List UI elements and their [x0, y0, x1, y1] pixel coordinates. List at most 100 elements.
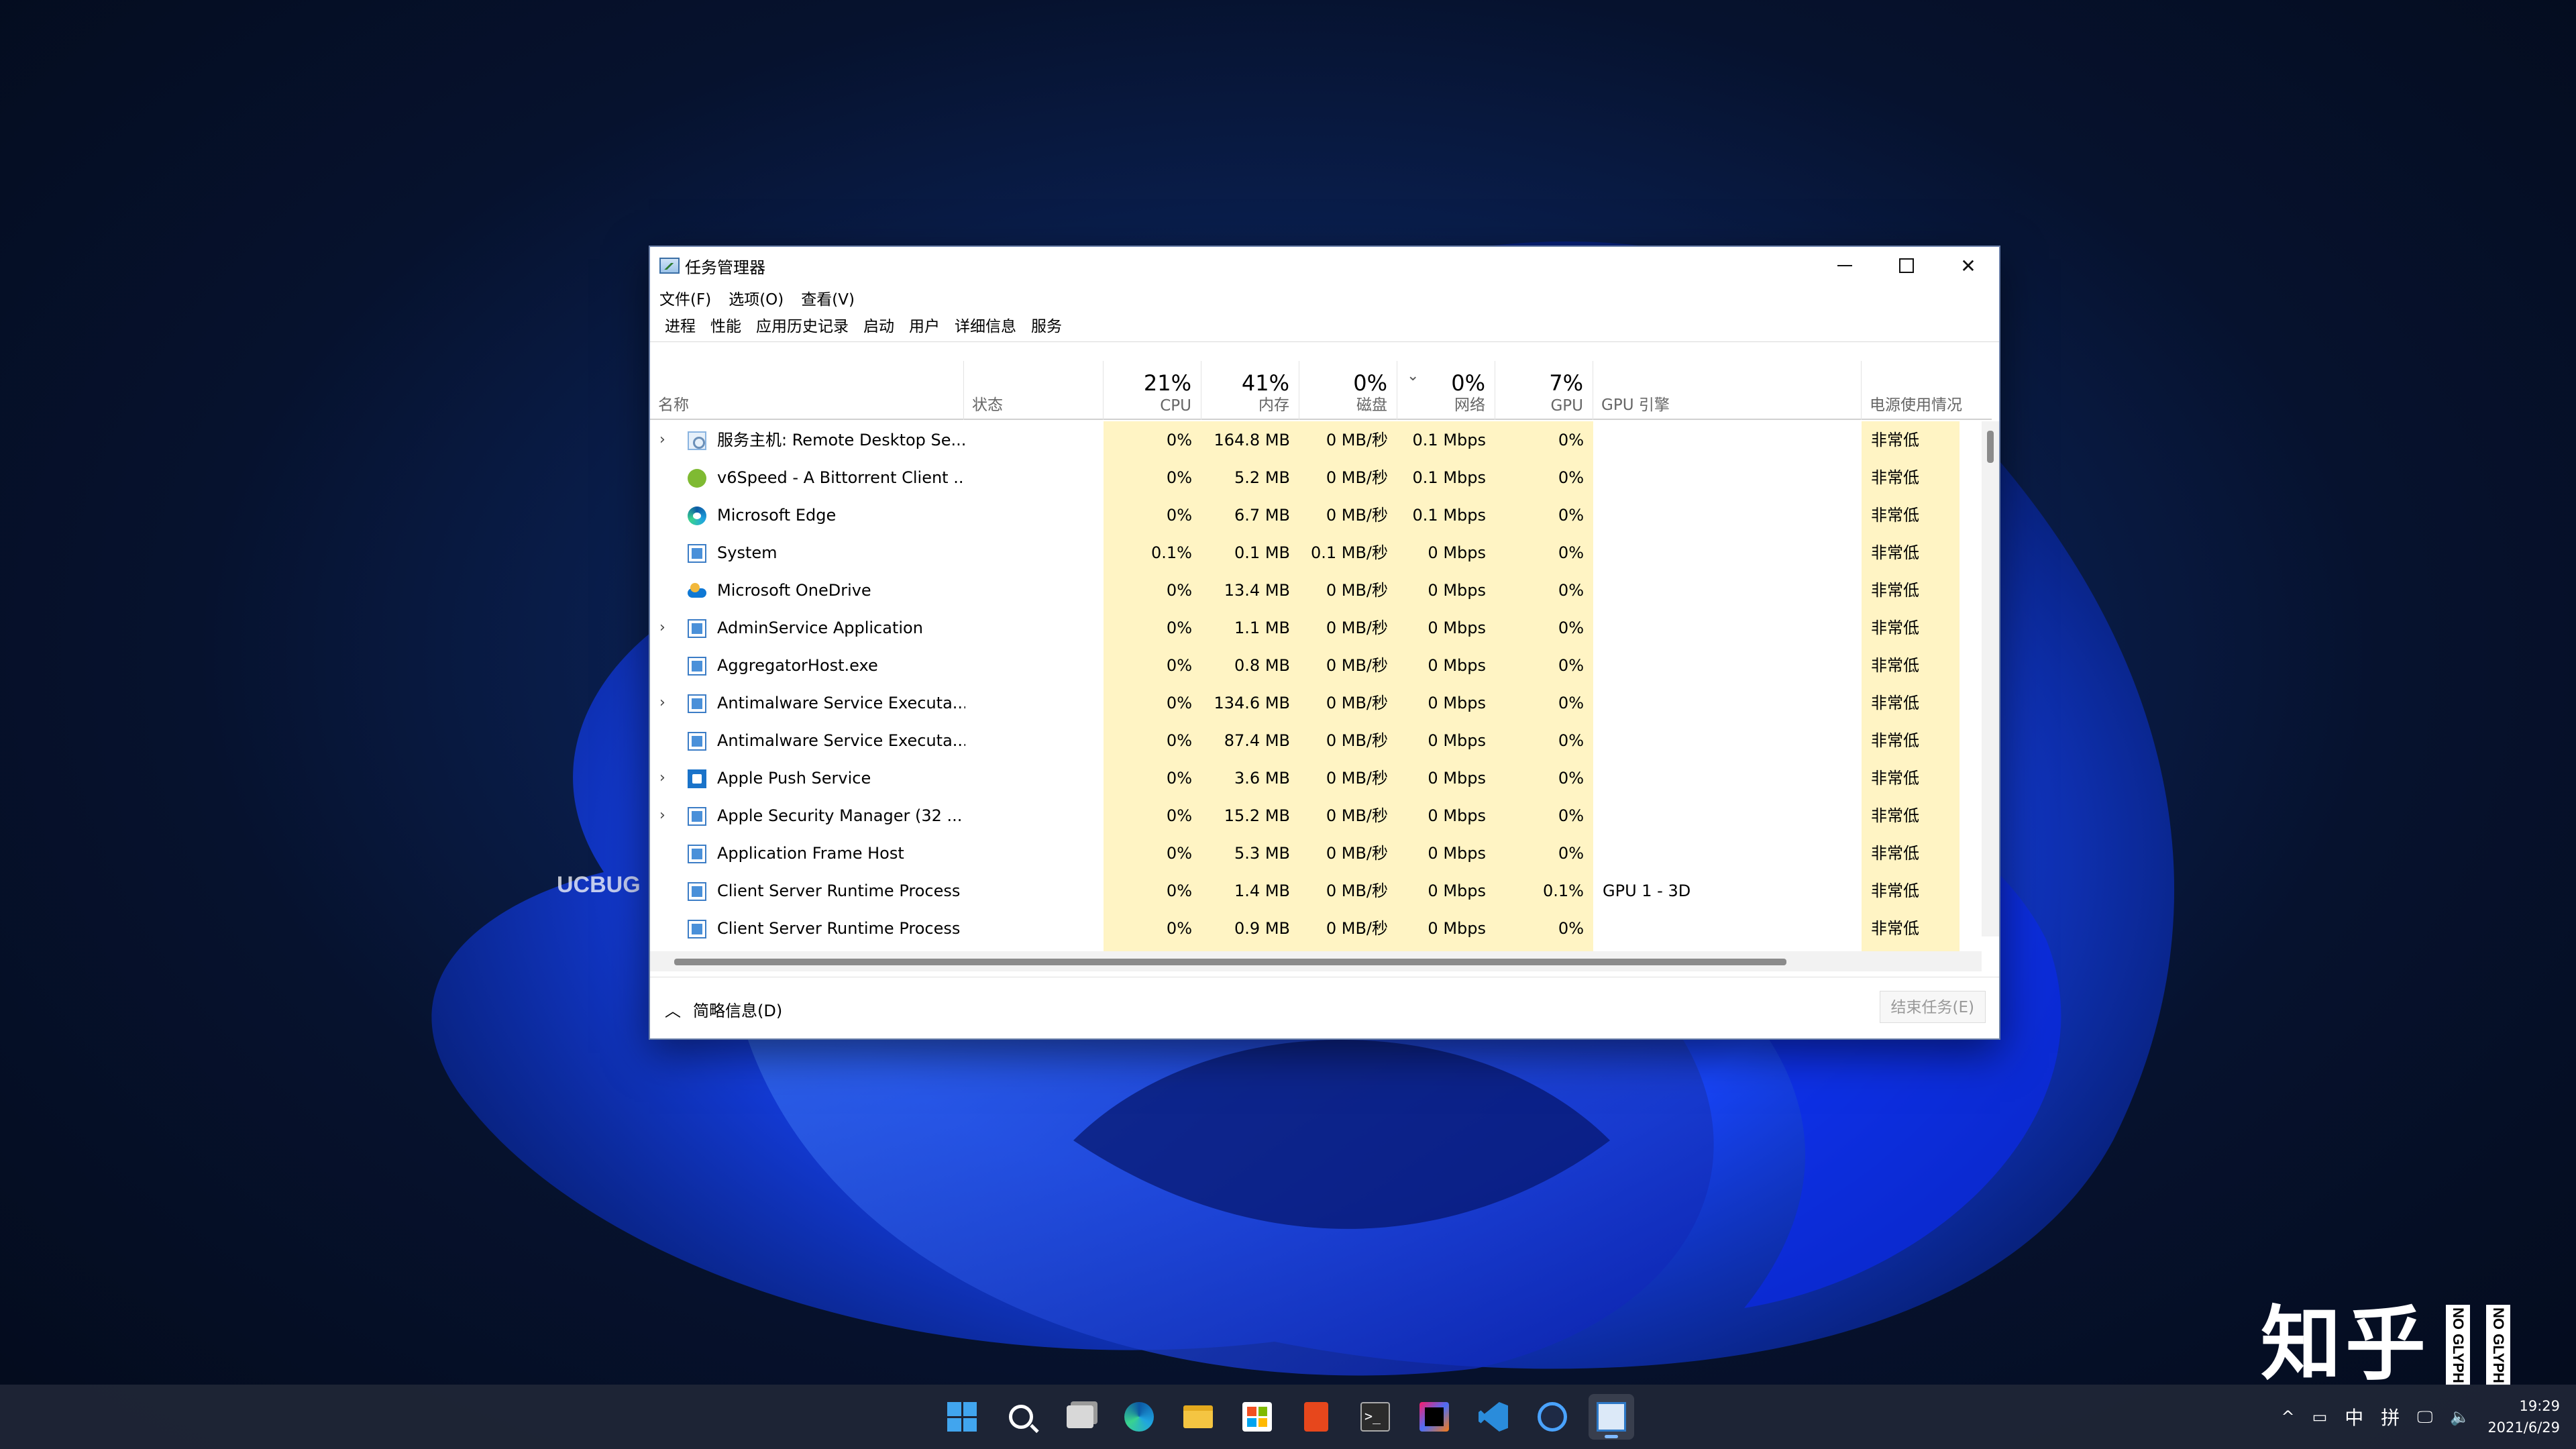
process-row[interactable]: v6Speed - A Bittorrent Client ... 0% 5.2 M…	[650, 459, 1978, 496]
vertical-scrollbar[interactable]	[1982, 421, 1999, 936]
column-disk[interactable]: 0% 磁盘	[1299, 361, 1397, 420]
search-button[interactable]	[998, 1394, 1044, 1440]
tab-users[interactable]: 用户	[902, 313, 947, 341]
column-cpu[interactable]: 21% CPU	[1104, 361, 1201, 420]
process-disk: 0 MB/秒	[1326, 769, 1388, 788]
expand-chevron-icon[interactable]: ›	[659, 421, 665, 459]
terminal-button[interactable]: >_	[1352, 1394, 1398, 1440]
process-gpu: 0%	[1558, 468, 1584, 487]
tab-app-history[interactable]: 应用历史记录	[749, 313, 855, 341]
process-row[interactable]: › Apple Security Manager (32 ... 0% 15.2 MB…	[650, 797, 1978, 835]
column-power[interactable]: 电源使用情况	[1862, 361, 1992, 420]
process-power: 非常低	[1871, 656, 1919, 675]
process-row[interactable]: Antimalware Service Executa... 0% 87.4 MB 0…	[650, 722, 1978, 759]
horizontal-scrollbar[interactable]	[650, 951, 1982, 971]
office-icon	[1304, 1402, 1328, 1432]
process-row[interactable]: Microsoft OneDrive 0% 13.4 MB 0 MB/秒 0 Mbps 0…	[650, 572, 1978, 609]
process-power: 非常低	[1871, 919, 1919, 938]
file-explorer-button[interactable]	[1175, 1394, 1221, 1440]
process-row[interactable]: › 服务主机: Remote Desktop Se... 0% 164.8 MB 0 M…	[650, 421, 1978, 459]
clock[interactable]: 19:29 2021/6/29	[2487, 1395, 2560, 1438]
process-gpu-engine	[1603, 496, 1858, 534]
process-network: 0 Mbps	[1428, 731, 1486, 750]
ime-language[interactable]: 中	[2345, 1403, 2363, 1430]
network-icon[interactable]: 🖵	[2417, 1407, 2432, 1426]
tab-services[interactable]: 服务	[1024, 313, 1069, 341]
window-title: 任务管理器	[685, 258, 765, 277]
menu-file[interactable]: 文件(F)	[659, 286, 711, 309]
process-gpu-engine	[1603, 759, 1858, 797]
close-button[interactable]: ✕	[1937, 247, 1999, 284]
process-network: 0 Mbps	[1428, 656, 1486, 675]
process-row[interactable]: › Antimalware Service Executa... 0% 134.6 M…	[650, 684, 1978, 722]
tray-overflow-chevron-icon[interactable]: ^	[2281, 1407, 2294, 1426]
column-network[interactable]: ⌄ 0% 网络	[1397, 361, 1495, 420]
process-memory: 1.1 MB	[1234, 619, 1290, 637]
process-memory: 6.7 MB	[1234, 506, 1290, 525]
column-memory-label: 内存	[1258, 396, 1289, 414]
expand-chevron-icon[interactable]: ›	[659, 684, 665, 722]
process-disk: 0 MB/秒	[1326, 844, 1388, 863]
vscode-button[interactable]	[1470, 1394, 1516, 1440]
process-row[interactable]: Client Server Runtime Process 0% 1.4 MB 0 M…	[650, 872, 1978, 910]
process-cpu: 0%	[1166, 919, 1192, 938]
process-row[interactable]: › Apple Push Service 0% 3.6 MB 0 MB/秒 0 Mbps 0…	[650, 759, 1978, 797]
process-cpu: 0.1%	[1151, 543, 1192, 562]
edge-taskbar-button[interactable]	[1116, 1394, 1162, 1440]
column-disk-label: 磁盘	[1356, 396, 1387, 414]
task-manager-taskbar-button[interactable]	[1589, 1394, 1634, 1440]
jetbrains-button[interactable]	[1411, 1394, 1457, 1440]
process-memory: 164.8 MB	[1214, 431, 1290, 449]
process-row[interactable]: AggregatorHost.exe 0% 0.8 MB 0 MB/秒 0 Mbps 0%…	[650, 647, 1978, 684]
expand-chevron-icon[interactable]: ›	[659, 759, 665, 797]
process-memory: 5.3 MB	[1234, 844, 1290, 863]
process-row[interactable]: › AdminService Application 0% 1.1 MB 0 MB/秒 0…	[650, 609, 1978, 647]
tab-processes[interactable]: 进程	[658, 313, 702, 341]
process-network: 0 Mbps	[1428, 806, 1486, 825]
tab-performance[interactable]: 性能	[704, 313, 748, 341]
menu-options[interactable]: 选项(O)	[729, 286, 784, 309]
menu-view[interactable]: 查看(V)	[801, 286, 855, 309]
process-disk: 0 MB/秒	[1326, 806, 1388, 825]
tab-details[interactable]: 详细信息	[948, 313, 1023, 341]
office-button[interactable]	[1293, 1394, 1339, 1440]
process-gpu: 0%	[1558, 619, 1584, 637]
title-bar[interactable]: 任务管理器 ✕	[650, 247, 1999, 284]
minimize-icon	[1837, 265, 1852, 266]
tab-startup[interactable]: 启动	[857, 313, 901, 341]
end-task-button[interactable]: 结束任务(E)	[1879, 991, 1986, 1023]
process-row[interactable]: System 0.1% 0.1 MB 0.1 MB/秒 0 Mbps 0% 非常低	[650, 534, 1978, 572]
horizontal-scroll-thumb[interactable]	[674, 959, 1786, 965]
vertical-scroll-thumb[interactable]	[1987, 431, 1994, 463]
process-disk: 0 MB/秒	[1326, 506, 1388, 525]
start-button[interactable]	[939, 1394, 985, 1440]
menu-bar: 文件(F) 选项(O) 查看(V)	[650, 284, 1999, 311]
minimize-button[interactable]	[1814, 247, 1876, 284]
expand-chevron-icon[interactable]: ›	[659, 609, 665, 647]
volume-icon[interactable]: 🔈	[2450, 1407, 2470, 1426]
process-name: Apple Push Service	[717, 769, 871, 788]
process-power: 非常低	[1871, 506, 1919, 525]
process-row[interactable]: Microsoft Edge 0% 6.7 MB 0 MB/秒 0.1 Mbps 0% 非常…	[650, 496, 1978, 534]
fewer-details-button[interactable]: ︿ 简略信息(D)	[665, 998, 782, 1021]
column-name[interactable]: 名称	[650, 361, 964, 420]
process-name: Antimalware Service Executa...	[717, 694, 965, 712]
task-view-button[interactable]	[1057, 1394, 1103, 1440]
process-row[interactable]: Application Frame Host 0% 5.3 MB 0 MB/秒 0 Mb…	[650, 835, 1978, 872]
column-memory[interactable]: 41% 内存	[1201, 361, 1299, 420]
column-gpu[interactable]: 7% GPU	[1495, 361, 1593, 420]
browser-button[interactable]	[1529, 1394, 1575, 1440]
store-button[interactable]	[1234, 1394, 1280, 1440]
fewer-details-label: 简略信息(D)	[693, 1002, 783, 1020]
process-row[interactable]: Client Server Runtime Process 0% 0.9 MB 0 M…	[650, 910, 1978, 947]
column-gpu-engine[interactable]: GPU 引擎	[1593, 361, 1862, 420]
process-gpu-engine	[1603, 647, 1858, 684]
ime-mode[interactable]: 拼	[2381, 1403, 2400, 1430]
tablet-icon[interactable]: ▭	[2312, 1407, 2328, 1426]
process-name: Microsoft Edge	[717, 506, 837, 525]
maximize-button[interactable]	[1876, 247, 1937, 284]
process-power: 非常低	[1871, 619, 1919, 637]
process-power: 非常低	[1871, 881, 1919, 900]
expand-chevron-icon[interactable]: ›	[659, 797, 665, 835]
column-status[interactable]: 状态	[964, 361, 1104, 420]
